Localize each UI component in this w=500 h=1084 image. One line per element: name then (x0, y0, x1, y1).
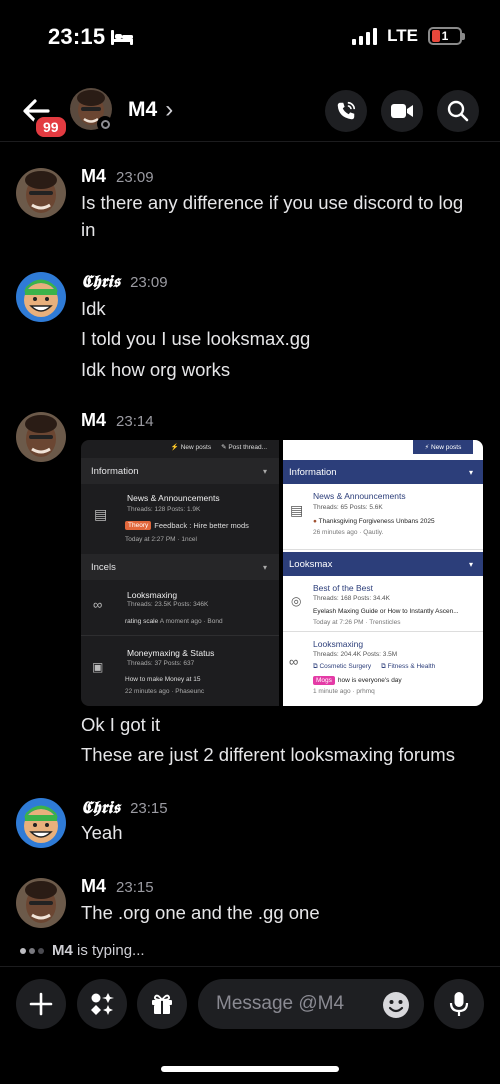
forum-node: ◎ Best of the Best Threads: 168 Posts: 3… (283, 576, 483, 632)
battery-level: 1 (441, 29, 449, 43)
image-attachment[interactable]: ⚡ New posts ✎ Post thread... Information… (81, 440, 483, 706)
category-header: Information (91, 465, 139, 477)
home-indicator[interactable] (161, 1066, 339, 1072)
search-icon (447, 100, 469, 122)
avatar[interactable] (16, 168, 66, 218)
message-text: These are just 2 different looksmaxing f… (81, 744, 455, 765)
network-type: LTE (387, 26, 418, 45)
thread-tag: Theory (125, 521, 152, 530)
document-icon: ▤ (94, 506, 108, 522)
forum-node: ∞ Looksmaxing Threads: 204.4K Posts: 3.5… (289, 639, 436, 695)
cellular-signal-icon (352, 27, 378, 45)
apps-icon (91, 993, 114, 1015)
message-timestamp: 23:09 (116, 169, 154, 186)
chevron-down-icon: ▾ (468, 467, 473, 477)
lightning-icon: ⚡ (170, 444, 181, 451)
author-name[interactable]: 𝕮𝖍𝖗𝖎𝖘 (81, 272, 120, 292)
infinity-icon: ∞ (93, 597, 103, 612)
plus-icon (29, 992, 53, 1016)
message-text: Idk (81, 298, 106, 319)
avatar[interactable] (16, 272, 66, 322)
phone-icon (337, 101, 356, 120)
chevron-right-icon: › (165, 96, 174, 123)
forum-node: ▤ News & Announcements Threads: 65 Posts… (283, 484, 483, 550)
gift-icon (152, 994, 172, 1014)
money-icon: ▣ (92, 660, 104, 674)
channel-name: M4 (128, 98, 158, 121)
infinity-icon: ∞ (289, 654, 299, 669)
author-name[interactable]: M4 (81, 876, 106, 897)
status-indicator-icon (97, 116, 113, 132)
status-time: 23:15 (48, 24, 106, 49)
author-name[interactable]: M4 (81, 410, 106, 431)
sleep-focus-icon (111, 30, 133, 45)
search-button[interactable] (437, 90, 479, 132)
document-icon: ▤ (290, 502, 304, 518)
forum-node: ∞ Looksmaxing Threads: 23.5K Posts: 346K… (81, 580, 280, 636)
chat-title[interactable]: M4 › (128, 96, 173, 124)
battery-icon: 1 (428, 27, 465, 45)
voice-call-button[interactable] (325, 90, 367, 132)
chat-header: 99 M4 › (0, 82, 500, 142)
forum-screenshot-light: ⚡ New posts Information ▾ ▤ News & Annou… (283, 440, 483, 706)
chevron-down-icon: ▾ (468, 559, 473, 569)
voice-message-button[interactable] (434, 979, 484, 1029)
category-header: Information (289, 466, 337, 478)
avatar[interactable] (16, 412, 66, 462)
message-timestamp: 23:15 (130, 800, 168, 817)
message-text: Idk how org works (81, 359, 231, 380)
status-bar: 23:15 LTE 1 (0, 0, 500, 70)
message-text: Yeah (81, 822, 123, 843)
author-name[interactable]: M4 (81, 166, 106, 187)
message-text: in (81, 219, 96, 240)
apps-button[interactable] (77, 979, 127, 1029)
forum-node: ▤ News & Announcements Threads: 128 Post… (94, 493, 249, 543)
typing-indicator: M4 is typing... (20, 942, 145, 959)
forum-screenshot-dark: ⚡ New posts ✎ Post thread... Information… (81, 440, 280, 706)
message-text: Is there any difference if you use disco… (81, 192, 464, 213)
unread-badge: 99 (33, 114, 69, 140)
message-text: Ok I got it (81, 714, 161, 735)
avatar[interactable] (16, 798, 66, 848)
medal-icon: ◎ (291, 594, 302, 608)
video-call-button[interactable] (381, 90, 423, 132)
avatar[interactable] (16, 878, 66, 928)
message-timestamp: 23:15 (116, 879, 154, 896)
thread-tag: Mogs (313, 676, 335, 685)
author-name[interactable]: 𝕮𝖍𝖗𝖎𝖘 (81, 798, 120, 818)
forum-node: ▣ Moneymaxing & Status Threads: 37 Posts… (92, 648, 215, 695)
add-attachment-button[interactable] (16, 979, 66, 1029)
microphone-icon (449, 992, 469, 1016)
video-camera-icon (391, 104, 413, 118)
message-timestamp: 23:14 (116, 413, 154, 430)
category-header: Incels (91, 561, 116, 573)
typing-text: is typing... (77, 942, 145, 959)
typing-user: M4 (52, 942, 73, 959)
message-text: I told you I use looksmax.gg (81, 328, 311, 349)
message-timestamp: 23:09 (130, 274, 168, 291)
chevron-down-icon: ▾ (263, 562, 268, 572)
category-header: Looksmax (289, 558, 333, 570)
message-text: The .org one and the .gg one (81, 902, 320, 923)
emoji-icon[interactable] (382, 991, 410, 1019)
gift-button[interactable] (137, 979, 187, 1029)
typing-dots-icon (20, 947, 44, 954)
chevron-down-icon: ▾ (263, 466, 268, 476)
